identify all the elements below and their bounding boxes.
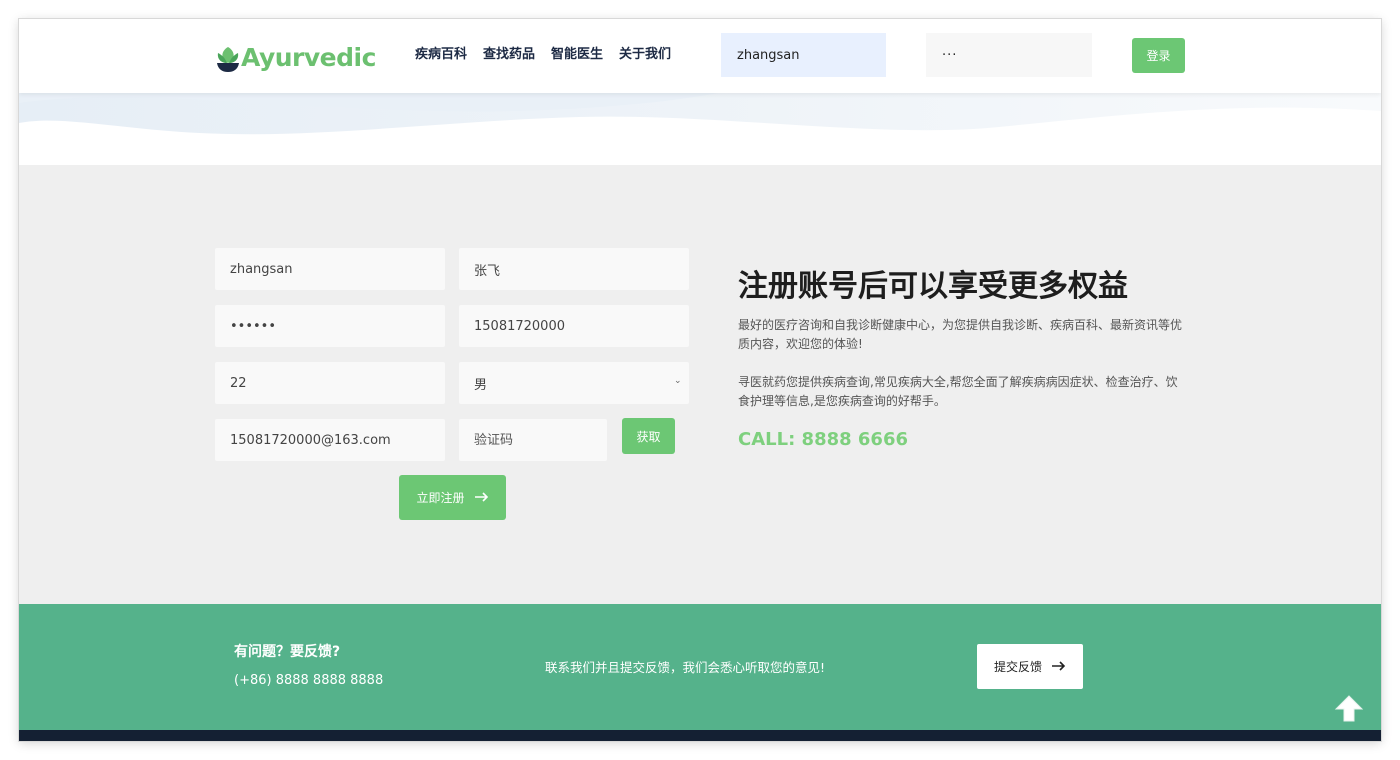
age-input[interactable] — [215, 362, 445, 404]
intro-paragraph: 最好的医疗咨询和自我诊断健康中心，为您提供自我诊断、疾病百科、最新资讯等优质内容… — [738, 318, 1183, 351]
nav-smart-doctor[interactable]: 智能医生 — [551, 45, 603, 65]
leaf-bowl-logo-icon — [215, 43, 241, 73]
username-input[interactable] — [215, 248, 445, 290]
service-paragraph: 寻医就药您提供疾病查询,常见疾病大全,帮您全面了解疾病病因症状、检查治疗、饮食护… — [738, 375, 1178, 408]
register-button[interactable]: 立即注册 — [399, 475, 506, 520]
phone-input[interactable] — [459, 305, 689, 347]
realname-input[interactable] — [459, 248, 689, 290]
nav-disease-encyclopedia[interactable]: 疾病百科 — [415, 45, 467, 65]
header-username-input[interactable] — [721, 33, 886, 77]
nav-about-us[interactable]: 关于我们 — [619, 45, 671, 65]
register-button-label: 立即注册 — [416, 491, 465, 505]
gender-select[interactable] — [459, 362, 689, 404]
arrow-right-icon — [474, 491, 489, 505]
site-header: Ayurvedic 疾病百科 查找药品 智能医生 关于我们 登录 — [19, 19, 1381, 93]
logo-text: Ayurvedic — [241, 43, 376, 72]
browser-viewport: Ayurvedic 疾病百科 查找药品 智能医生 关于我们 登录 — [19, 19, 1381, 741]
register-headline: 注册账号后可以享受更多权益 — [738, 269, 1128, 304]
footer-bottom-bar — [19, 730, 1381, 741]
submit-feedback-button[interactable]: 提交反馈 — [977, 644, 1083, 689]
contact-phone: (+86) 8888 8888 8888 — [234, 673, 384, 688]
nav-find-medicine[interactable]: 查找药品 — [483, 45, 535, 65]
get-code-button[interactable]: 获取 — [622, 418, 675, 454]
password-input[interactable] — [215, 305, 445, 347]
back-to-top-icon[interactable] — [1333, 693, 1365, 725]
submit-feedback-label: 提交反馈 — [993, 660, 1042, 674]
register-section: ⌄ 获取 立即注册 注册账号后可以享受更多权益 最好的医疗咨询和自我诊断健康中心… — [19, 165, 1381, 604]
call-number: CALL: 8888 6666 — [738, 429, 909, 450]
arrow-right-icon — [1052, 660, 1066, 674]
feedback-message: 联系我们并且提交反馈，我们会悉心听取您的意见! — [545, 660, 826, 675]
hero-banner — [19, 93, 1381, 165]
feedback-footer: 有问题？要反馈? (+86) 8888 8888 8888 联系我们并且提交反馈… — [19, 604, 1381, 730]
email-input[interactable] — [215, 419, 445, 461]
verification-code-input[interactable] — [459, 419, 607, 461]
site-logo[interactable]: Ayurvedic — [215, 39, 376, 73]
chevron-down-icon: ⌄ — [674, 376, 682, 386]
main-nav: 疾病百科 查找药品 智能医生 关于我们 — [415, 45, 671, 65]
header-password-input[interactable] — [926, 33, 1092, 77]
wave-decoration — [19, 93, 1381, 135]
login-button[interactable]: 登录 — [1132, 38, 1185, 73]
feedback-title: 有问题？要反馈? — [234, 644, 341, 660]
